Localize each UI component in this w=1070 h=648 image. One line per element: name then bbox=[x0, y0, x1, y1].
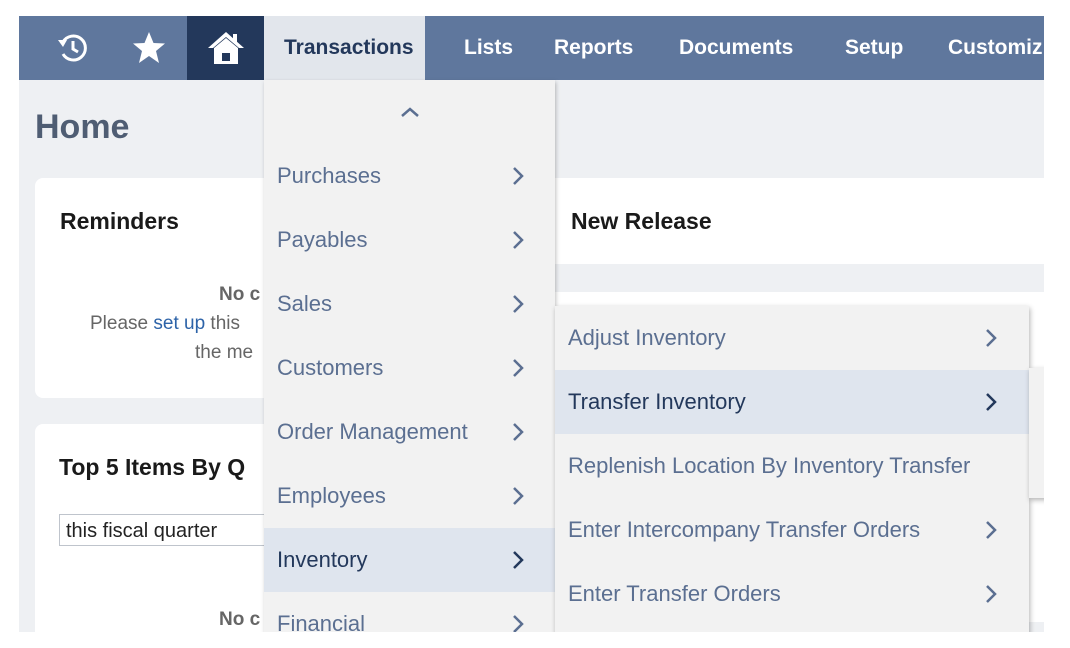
menu-item-customers[interactable]: Customers bbox=[264, 336, 555, 400]
menu-item-order-management[interactable]: Order Management bbox=[264, 400, 555, 464]
chevron-right-icon bbox=[513, 551, 524, 569]
menu-item-label: Enter Transfer Orders bbox=[568, 581, 781, 606]
top-items-empty-text: No c bbox=[219, 609, 261, 630]
chevron-right-icon bbox=[513, 295, 524, 313]
chevron-right-icon bbox=[986, 329, 997, 347]
inventory-submenu: Adjust Inventory Transfer Inventory Repl… bbox=[555, 306, 1029, 632]
menu-item-label: Adjust Inventory bbox=[568, 325, 726, 350]
menu-item-adjust-inventory[interactable]: Adjust Inventory bbox=[555, 306, 1029, 370]
menu-item-label: Transfer Inventory bbox=[568, 389, 746, 414]
chevron-right-icon bbox=[513, 167, 524, 185]
chevron-right-icon bbox=[986, 393, 997, 411]
recent-records-icon[interactable] bbox=[49, 16, 97, 80]
chevron-right-icon bbox=[513, 359, 524, 377]
chevron-right-icon bbox=[513, 423, 524, 441]
nav-customization[interactable]: Customiz bbox=[948, 16, 1043, 80]
menu-item-label: Enter Intercompany Transfer Orders bbox=[568, 517, 921, 542]
nav-lists[interactable]: Lists bbox=[464, 16, 513, 80]
scroll-up-chevron-icon[interactable] bbox=[264, 80, 555, 144]
nav-reports[interactable]: Reports bbox=[554, 16, 633, 80]
setup-text-prefix: Please bbox=[90, 313, 154, 334]
setup-text-suffix: this bbox=[205, 313, 240, 334]
menu-item-label: Inventory bbox=[277, 547, 368, 572]
favorites-star-icon[interactable] bbox=[125, 16, 173, 80]
reminders-empty-text: No c bbox=[219, 284, 261, 305]
menu-item-label: Sales bbox=[277, 291, 333, 316]
reminders-title: Reminders bbox=[60, 208, 179, 234]
menu-item-label: Replenish Location By Inventory Transfer bbox=[568, 453, 971, 478]
top-navigation-bar: Transactions Lists Reports Documents Set… bbox=[19, 16, 1044, 80]
menu-item-intercompany-transfer-orders[interactable]: Enter Intercompany Transfer Orders bbox=[555, 498, 1029, 562]
transfer-inventory-submenu[interactable] bbox=[1029, 368, 1044, 498]
menu-item-label: Payables bbox=[277, 227, 368, 252]
chevron-right-icon bbox=[513, 231, 524, 249]
nav-documents[interactable]: Documents bbox=[679, 16, 793, 80]
menu-item-transfer-orders[interactable]: Enter Transfer Orders bbox=[555, 562, 1029, 626]
transactions-menu: Purchases Payables Sales Customers Order… bbox=[264, 80, 555, 632]
menu-item-label: Order Management bbox=[277, 419, 468, 444]
menu-item-employees[interactable]: Employees bbox=[264, 464, 555, 528]
new-release-title: New Release bbox=[571, 208, 712, 234]
menu-item-sales[interactable]: Sales bbox=[264, 272, 555, 336]
menu-item-inventory[interactable]: Inventory bbox=[264, 528, 555, 592]
app-frame: Transactions Lists Reports Documents Set… bbox=[19, 16, 1044, 632]
home-icon[interactable] bbox=[187, 16, 264, 80]
menu-item-label: Customers bbox=[277, 355, 384, 380]
menu-item-label: Purchases bbox=[277, 163, 381, 188]
reminders-setup-text: Please set up this bbox=[90, 313, 240, 335]
chevron-right-icon bbox=[986, 585, 997, 603]
menu-item-payables[interactable]: Payables bbox=[264, 208, 555, 272]
nav-transactions[interactable]: Transactions bbox=[264, 16, 425, 80]
menu-item-label: Employees bbox=[277, 483, 386, 508]
menu-item-purchases[interactable]: Purchases bbox=[264, 144, 555, 208]
nav-setup[interactable]: Setup bbox=[845, 16, 903, 80]
reminders-text-line3: the me bbox=[195, 342, 254, 363]
page-title: Home bbox=[35, 108, 130, 146]
chevron-right-icon bbox=[513, 615, 524, 632]
menu-item-label: Financial bbox=[277, 611, 366, 632]
top-items-title: Top 5 Items By Q bbox=[59, 454, 246, 480]
chevron-right-icon bbox=[513, 487, 524, 505]
set-up-link[interactable]: set up bbox=[153, 313, 205, 334]
menu-item-financial[interactable]: Financial bbox=[264, 592, 555, 632]
menu-item-replenish-location[interactable]: Replenish Location By Inventory Transfer bbox=[555, 434, 1029, 498]
menu-item-transfer-inventory[interactable]: Transfer Inventory bbox=[555, 370, 1029, 434]
chevron-right-icon bbox=[986, 521, 997, 539]
